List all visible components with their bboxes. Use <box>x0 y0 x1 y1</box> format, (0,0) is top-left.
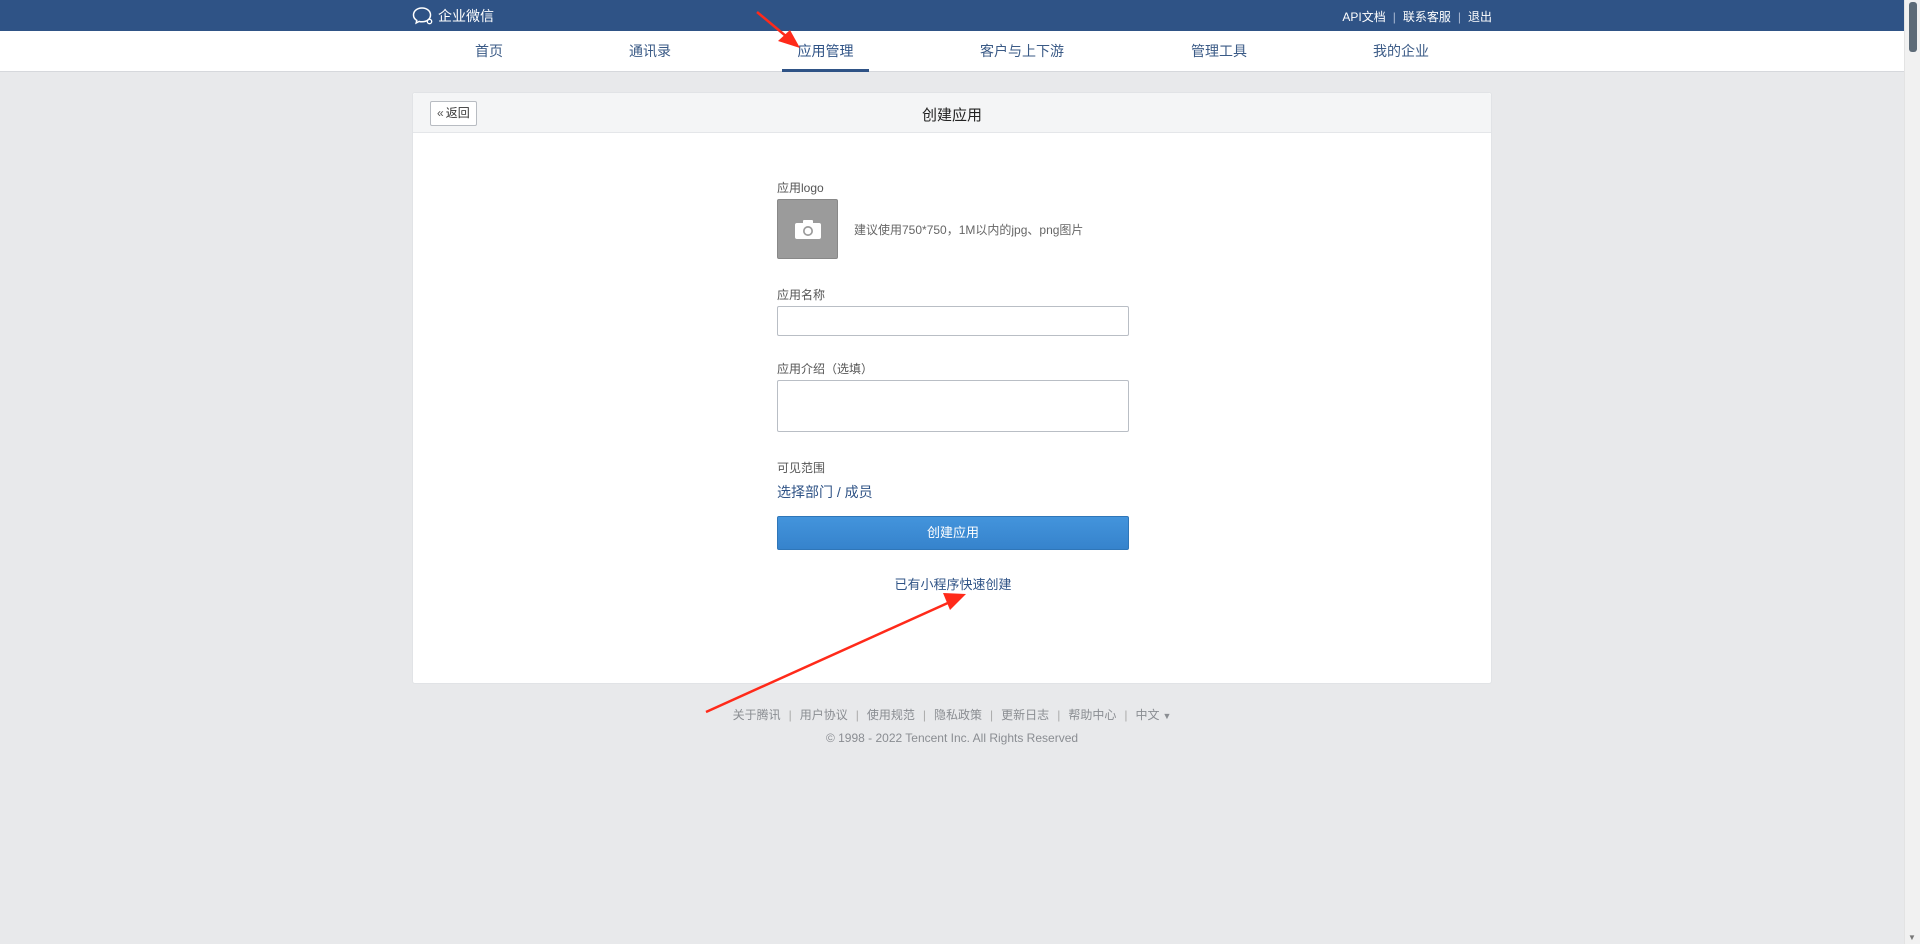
footer-help-center-link[interactable]: 帮助中心 <box>1068 706 1116 723</box>
footer-links: 关于腾讯 | 用户协议 | 使用规范 | 隐私政策 | 更新日志 | 帮助中心 … <box>412 706 1492 723</box>
wecom-logo-icon <box>412 7 433 25</box>
language-selector[interactable]: 中文 ▼ <box>1135 706 1171 723</box>
top-link-separator: | <box>1457 9 1461 24</box>
footer-separator: | <box>788 707 792 722</box>
brand-name: 企业微信 <box>438 8 494 24</box>
app-intro-label: 应用介绍（选填） <box>777 362 874 376</box>
visibility-label: 可见范围 <box>777 461 826 475</box>
scrollbar-thumb[interactable] <box>1909 2 1917 52</box>
nav-management-tools[interactable]: 管理工具 <box>1187 31 1251 72</box>
create-app-form: 应用logo 建议使用750*750，1M以内的jpg、png图片 应用名称 应… <box>777 179 1129 593</box>
brand-logo[interactable]: 企业微信 <box>412 6 494 26</box>
card-header: « 返回 创建应用 <box>413 93 1491 133</box>
footer-changelog-link[interactable]: 更新日志 <box>1001 706 1049 723</box>
vertical-scrollbar[interactable]: ▼ <box>1904 0 1920 944</box>
logo-upload-button[interactable] <box>777 199 838 259</box>
caret-down-icon: ▼ <box>1162 711 1172 721</box>
create-app-card: « 返回 创建应用 应用logo 建议使用750*750，1M以内的jpg、pn… <box>412 92 1492 684</box>
nav-contacts[interactable]: 通讯录 <box>626 31 674 72</box>
app-name-input[interactable] <box>777 306 1129 336</box>
select-department-member-link[interactable]: 选择部门 / 成员 <box>777 482 873 502</box>
top-link-separator: | <box>1392 9 1396 24</box>
page-title: 创建应用 <box>921 107 982 124</box>
create-app-button[interactable]: 创建应用 <box>777 516 1129 550</box>
main-nav: 首页 通讯录 应用管理 客户与上下游 管理工具 我的企业 <box>0 31 1904 72</box>
footer-user-agreement-link[interactable]: 用户协议 <box>800 706 848 723</box>
language-label: 中文 <box>1135 708 1160 722</box>
logo-hint: 建议使用750*750，1M以内的jpg、png图片 <box>854 222 1084 237</box>
nav-home[interactable]: 首页 <box>469 31 509 72</box>
copyright: © 1998 - 2022 Tencent Inc. All Rights Re… <box>825 731 1079 745</box>
footer-about-link[interactable]: 关于腾讯 <box>733 706 781 723</box>
api-docs-link[interactable]: API文档 <box>1342 8 1385 25</box>
nav-my-enterprise[interactable]: 我的企业 <box>1370 31 1432 72</box>
footer-privacy-link[interactable]: 隐私政策 <box>934 706 982 723</box>
logo-row: 建议使用750*750，1M以内的jpg、png图片 <box>777 199 1129 259</box>
app-intro-textarea[interactable] <box>777 380 1129 432</box>
quick-create-from-miniprogram-link[interactable]: 已有小程序快速创建 <box>777 574 1129 593</box>
visibility-field: 可见范围 选择部门 / 成员 <box>777 459 1129 502</box>
camera-icon <box>794 220 821 239</box>
footer-separator: | <box>1057 707 1061 722</box>
footer-separator: | <box>1124 707 1128 722</box>
logo-label: 应用logo <box>777 181 824 195</box>
nav-app-management[interactable]: 应用管理 <box>782 31 869 72</box>
app-name-label: 应用名称 <box>777 288 826 302</box>
scroll-down-arrow-icon[interactable]: ▼ <box>1908 933 1916 942</box>
app-name-field: 应用名称 <box>777 286 1129 336</box>
top-bar: 企业微信 API文档 | 联系客服 | 退出 <box>0 0 1904 31</box>
app-intro-field: 应用介绍（选填） <box>777 360 1129 437</box>
footer-usage-rules-link[interactable]: 使用规范 <box>867 706 915 723</box>
top-links: API文档 | 联系客服 | 退出 <box>1342 8 1492 25</box>
footer-separator: | <box>855 707 859 722</box>
top-bar-inner: 企业微信 API文档 | 联系客服 | 退出 <box>412 0 1492 31</box>
footer-separator: | <box>990 707 994 722</box>
contact-support-link[interactable]: 联系客服 <box>1403 8 1451 25</box>
logout-link[interactable]: 退出 <box>1468 8 1492 25</box>
footer-separator: | <box>922 707 927 722</box>
footer: 关于腾讯 | 用户协议 | 使用规范 | 隐私政策 | 更新日志 | 帮助中心 … <box>412 706 1492 746</box>
nav-customers-partners[interactable]: 客户与上下游 <box>977 31 1067 72</box>
